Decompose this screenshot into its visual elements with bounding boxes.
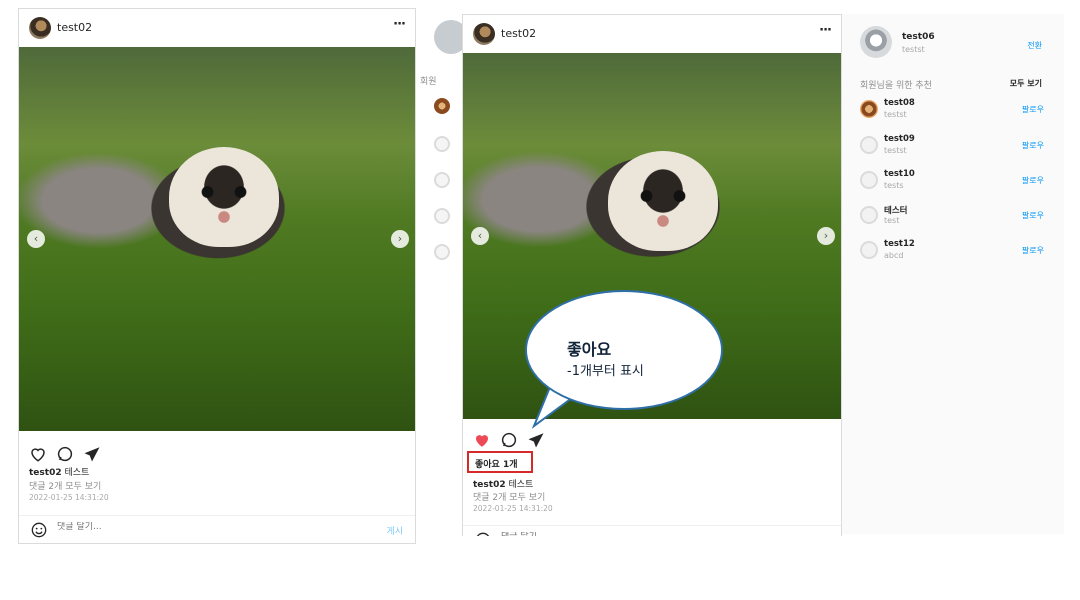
avatar[interactable] bbox=[29, 17, 51, 39]
suggestion-username[interactable]: test08 bbox=[884, 98, 915, 108]
avatar[interactable] bbox=[860, 100, 878, 118]
comment-input[interactable] bbox=[501, 532, 761, 536]
post-card-left: test02 ··· ‹ › test02 테스트 댓글 2개 모두 보기 20… bbox=[18, 8, 416, 544]
post-card-right: test02 ··· ‹ › 좋아요 1개 test02 테스트 댓글 2개 모… bbox=[462, 14, 842, 536]
switch-account-button[interactable]: 전환 bbox=[1027, 40, 1042, 51]
follow-button[interactable]: 팔로우 bbox=[1022, 175, 1044, 186]
previous-image-button[interactable]: ‹ bbox=[27, 230, 45, 248]
avatar bbox=[434, 244, 450, 260]
list-item: test10 tests 팔로우 bbox=[860, 169, 1048, 199]
avatar bbox=[434, 98, 450, 114]
suggestion-username[interactable]: test09 bbox=[884, 134, 915, 144]
follow-button[interactable]: 팔로우 bbox=[1022, 140, 1044, 151]
post-header: test02 ··· bbox=[463, 15, 841, 53]
more-options-icon[interactable]: ··· bbox=[393, 17, 406, 32]
caption-text: 테스트 bbox=[508, 480, 534, 490]
avatar[interactable] bbox=[473, 23, 495, 45]
see-all-button[interactable]: 모두 보기 bbox=[1010, 78, 1042, 89]
comment-bar: 게시 bbox=[463, 525, 841, 536]
view-comments-link[interactable]: 댓글 2개 모두 보기 bbox=[473, 490, 545, 503]
annotation-callout: 좋아요 -1개부터 표시 bbox=[525, 290, 723, 410]
callout-subtitle: -1개부터 표시 bbox=[567, 364, 644, 379]
avatar bbox=[434, 208, 450, 224]
caption: test02 테스트 bbox=[473, 477, 533, 490]
suggestion-subtitle: testst bbox=[884, 146, 907, 155]
post-header: test02 ··· bbox=[19, 9, 415, 47]
emoji-icon[interactable] bbox=[475, 532, 491, 536]
follow-button[interactable]: 팔로우 bbox=[1022, 210, 1044, 221]
ferret-image bbox=[608, 151, 718, 251]
caption-username[interactable]: test02 bbox=[29, 468, 62, 478]
avatar[interactable] bbox=[860, 241, 878, 259]
post-timestamp: 2022-01-25 14:31:20 bbox=[473, 504, 553, 513]
suggestion-subtitle: abcd bbox=[884, 251, 904, 260]
next-image-button[interactable]: › bbox=[391, 230, 409, 248]
ferret-image bbox=[169, 147, 279, 247]
emoji-icon[interactable] bbox=[31, 522, 47, 538]
list-item: test08 testst 팔로우 bbox=[860, 98, 1048, 128]
suggestions-sidebar: test06 testst 전환 회원님을 위한 추천 모두 보기 test08… bbox=[842, 14, 1064, 534]
like-count[interactable]: 좋아요 1개 bbox=[467, 451, 533, 473]
post-actions bbox=[473, 429, 549, 449]
suggestion-subtitle: test bbox=[884, 216, 900, 225]
caption: test02 테스트 bbox=[29, 465, 89, 478]
post-comment-button[interactable]: 게시 bbox=[812, 534, 829, 536]
post-actions bbox=[29, 443, 105, 463]
view-comments-link[interactable]: 댓글 2개 모두 보기 bbox=[29, 479, 101, 492]
share-icon[interactable] bbox=[83, 445, 101, 463]
callout-title: 좋아요 bbox=[567, 340, 612, 359]
post-comment-button[interactable]: 게시 bbox=[386, 524, 403, 537]
suggestion-username[interactable]: test12 bbox=[884, 239, 915, 249]
avatar[interactable] bbox=[860, 26, 892, 58]
avatar bbox=[434, 136, 450, 152]
background-sidebar: 회원 bbox=[420, 14, 462, 274]
avatar bbox=[434, 172, 450, 188]
next-image-button[interactable]: › bbox=[817, 227, 835, 245]
recommendation-title-fragment: 회원 bbox=[420, 77, 437, 87]
recommendation-title: 회원님을 위한 추천 bbox=[860, 81, 932, 91]
post-username[interactable]: test02 bbox=[501, 27, 536, 40]
suggestion-subtitle: tests bbox=[884, 181, 904, 190]
follow-button[interactable]: 팔로우 bbox=[1022, 104, 1044, 115]
avatar[interactable] bbox=[860, 171, 878, 189]
suggestion-username[interactable]: 테스터 bbox=[884, 204, 907, 216]
current-user-subtitle: testst bbox=[902, 45, 925, 54]
caption-text: 테스트 bbox=[64, 468, 90, 478]
caption-username[interactable]: test02 bbox=[473, 480, 506, 490]
share-icon[interactable] bbox=[527, 431, 545, 449]
post-timestamp: 2022-01-25 14:31:20 bbox=[29, 493, 109, 502]
comment-icon[interactable] bbox=[56, 445, 74, 463]
comment-icon[interactable] bbox=[500, 431, 518, 449]
comment-input[interactable] bbox=[57, 522, 317, 532]
comment-bar: 게시 bbox=[19, 515, 415, 543]
current-username[interactable]: test06 bbox=[902, 32, 935, 42]
list-item: test09 testst 팔로우 bbox=[860, 134, 1048, 164]
avatar[interactable] bbox=[860, 206, 878, 224]
suggestion-username[interactable]: test10 bbox=[884, 169, 915, 179]
avatar bbox=[434, 20, 462, 54]
previous-image-button[interactable]: ‹ bbox=[471, 227, 489, 245]
suggestion-subtitle: testst bbox=[884, 110, 907, 119]
avatar[interactable] bbox=[860, 136, 878, 154]
more-options-icon[interactable]: ··· bbox=[819, 23, 832, 38]
heart-filled-icon[interactable] bbox=[473, 431, 491, 449]
follow-button[interactable]: 팔로우 bbox=[1022, 245, 1044, 256]
list-item: test12 abcd 팔로우 bbox=[860, 239, 1048, 269]
list-item: 테스터 test 팔로우 bbox=[860, 204, 1048, 234]
post-photo: ‹ › bbox=[19, 47, 415, 431]
post-username[interactable]: test02 bbox=[57, 21, 92, 34]
heart-icon[interactable] bbox=[29, 445, 47, 463]
